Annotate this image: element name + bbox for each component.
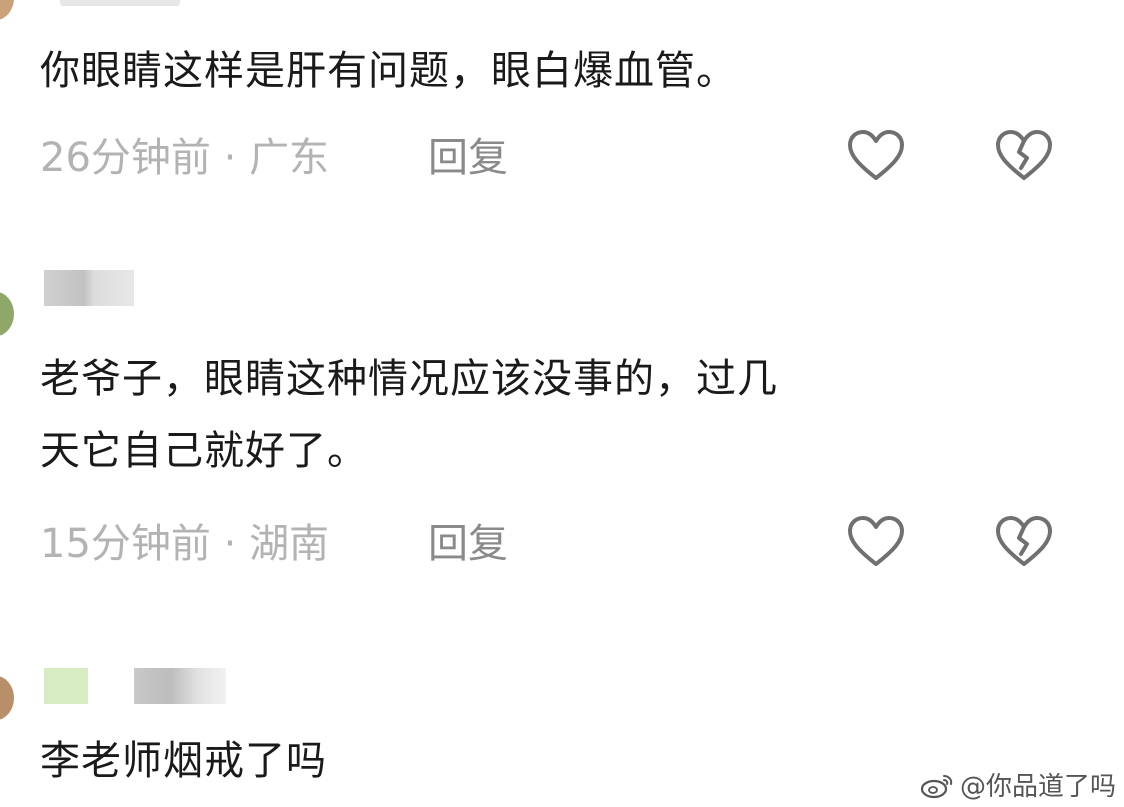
username-blurred[interactable]	[134, 668, 226, 704]
meta-separator: ·	[223, 135, 237, 181]
comment-text: 李老师烟戒了吗	[40, 738, 327, 784]
avatar[interactable]	[0, 676, 14, 720]
watermark: @你品道了吗	[920, 766, 1116, 803]
clipped-name-remnant	[60, 0, 180, 6]
heart-outline-icon[interactable]	[846, 128, 906, 184]
avatar[interactable]	[0, 0, 14, 20]
broken-heart-icon[interactable]	[994, 128, 1054, 184]
reply-button[interactable]: 回复	[428, 134, 508, 182]
avatar[interactable]	[0, 292, 14, 336]
comment-text: 老爷子，眼睛这种情况应该没事的，过几 天它自己就好了。	[40, 356, 778, 474]
comment-meta: 26分钟前 · 广东	[40, 134, 329, 182]
broken-heart-icon[interactable]	[994, 514, 1054, 570]
meta-separator: ·	[223, 521, 237, 567]
user-badge-blurred	[44, 668, 88, 704]
watermark-text: @你品道了吗	[959, 772, 1116, 802]
comment-time: 26分钟前	[40, 135, 211, 181]
comment-time: 15分钟前	[40, 521, 211, 567]
comment-location: 广东	[249, 135, 330, 181]
username-blurred[interactable]	[44, 270, 134, 306]
reply-button[interactable]: 回复	[428, 520, 508, 568]
comment-text: 你眼睛这样是肝有问题，眼白爆血管。	[40, 48, 737, 94]
comment-location: 湖南	[249, 521, 330, 567]
heart-outline-icon[interactable]	[846, 514, 906, 570]
weibo-logo-icon	[920, 774, 953, 798]
comment-meta: 15分钟前 · 湖南	[40, 520, 329, 568]
